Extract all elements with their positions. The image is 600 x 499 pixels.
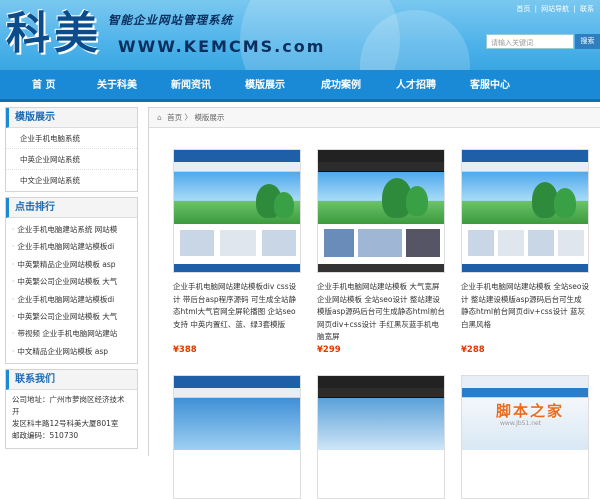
- sidebar-ranking-box: 点击排行 企业手机电脑建站系统 网站模 企业手机电脑网站建站模板di 中英繁精品…: [5, 197, 138, 365]
- product-thumbnail[interactable]: [461, 149, 589, 273]
- ranking-item[interactable]: 企业手机电脑建站系统 网站模: [6, 221, 137, 238]
- logo-url: WWW.KEMCMS.com: [118, 37, 326, 56]
- breadcrumb-separator: 〉: [184, 113, 193, 122]
- ranking-item[interactable]: 企业手机电脑网站建站模板di: [6, 238, 137, 255]
- ranking-list: 企业手机电脑建站系统 网站模 企业手机电脑网站建站模板di 中英繁精品企业网站模…: [6, 218, 137, 363]
- sidebar-item-chinese[interactable]: 中文企业网站系统: [6, 170, 137, 191]
- top-link-home[interactable]: 首页: [516, 5, 530, 13]
- product-card: 企业手机电脑网站建站模板 全站seo设计 整站建设模版asp源码后台可生成静态h…: [461, 149, 589, 355]
- contact-line: 发区科丰路12号科美大厦801室: [12, 419, 119, 429]
- breadcrumb-home[interactable]: 首页: [167, 113, 182, 122]
- header: 科美 智能企业网站管理系统 WWW.KEMCMS.com 首页 | 网站导航 |…: [0, 0, 600, 70]
- nav-item-about[interactable]: 关于科美: [97, 70, 137, 102]
- ranking-item[interactable]: 企业手机电脑网站建站模板di: [6, 291, 137, 308]
- nav-item-jobs[interactable]: 人才招聘: [396, 70, 436, 102]
- sidebar-item-mobile[interactable]: 企业手机电脑系统: [6, 128, 137, 149]
- watermark: 脚本之家: [496, 402, 565, 420]
- nav-item-templates[interactable]: 模版展示: [245, 70, 285, 102]
- sidebar-templates-box: 模版展示 企业手机电脑系统 中英企业网站系统 中文企业网站系统: [5, 107, 138, 192]
- product-card: 企业手机电脑网站建站模板div css设计 带后台asp程序源码 可生成全站静态…: [173, 149, 301, 355]
- logo[interactable]: 科美: [6, 6, 102, 62]
- sidebar-item-bilingual[interactable]: 中英企业网站系统: [6, 149, 137, 170]
- breadcrumb: ⌂ 首页 〉 模版展示: [149, 108, 600, 128]
- product-thumbnail[interactable]: [317, 149, 445, 273]
- top-links: 首页 | 网站导航 | 联系: [514, 4, 594, 14]
- watermark-url: www.Jb51.net: [500, 420, 542, 427]
- product-card: [173, 375, 301, 499]
- ranking-item[interactable]: 中文精品企业网站模板 asp: [6, 343, 137, 360]
- ranking-item[interactable]: 带视频 企业手机电脑网站建站: [6, 325, 137, 342]
- nav-item-cases[interactable]: 成功案例: [321, 70, 361, 102]
- nav-item-news[interactable]: 新闻资讯: [171, 70, 211, 102]
- sidebar: 模版展示 企业手机电脑系统 中英企业网站系统 中文企业网站系统 点击排行 企业手…: [5, 107, 138, 454]
- ranking-item[interactable]: 中英繁公司企业网站模板 大气: [6, 308, 137, 325]
- breadcrumb-current: 模版展示: [194, 113, 225, 122]
- product-price: ¥288: [461, 345, 485, 355]
- product-title[interactable]: 企业手机电脑网站建站模板 全站seo设计 整站建设模版asp源码后台可生成静态h…: [461, 281, 589, 343]
- nav-item-home[interactable]: 首 页: [32, 70, 55, 102]
- product-title[interactable]: 企业手机电脑网站建站模板div css设计 带后台asp程序源码 可生成全站静态…: [173, 281, 301, 343]
- top-link-contact[interactable]: 联系: [580, 5, 594, 13]
- sidebar-ranking-title: 点击排行: [6, 198, 137, 218]
- product-thumbnail[interactable]: [173, 375, 301, 499]
- top-link-sitemap[interactable]: 网站导航: [541, 5, 569, 13]
- nav-item-service[interactable]: 客服中心: [470, 70, 510, 102]
- product-title[interactable]: 企业手机电脑网站建站模板 大气宽屏企业网站模板 全站seo设计 整站建设模版as…: [317, 281, 445, 343]
- product-price: ¥299: [317, 345, 341, 355]
- search-button[interactable]: 搜索: [575, 34, 600, 49]
- product-thumbnail[interactable]: [317, 375, 445, 499]
- ranking-item[interactable]: 中英繁精品企业网站模板 asp: [6, 256, 137, 273]
- product-thumbnail[interactable]: [173, 149, 301, 273]
- sidebar-contact-box: 联系我们 公司地址：广州市萝岗区经济技术开 发区科丰路12号科美大厦801室 邮…: [5, 369, 138, 450]
- search-input[interactable]: 请输入关键词: [486, 34, 574, 49]
- sidebar-contact-title: 联系我们: [6, 370, 137, 391]
- product-card: [317, 375, 445, 499]
- home-icon: ⌂: [157, 113, 162, 122]
- sidebar-templates-title: 模版展示: [6, 108, 137, 128]
- contact-line: 公司地址：广州市萝岗区经济技术开: [12, 395, 125, 417]
- product-thumbnail[interactable]: [461, 375, 589, 499]
- top-link-sep: |: [573, 5, 576, 13]
- main-nav: 首 页 关于科美 新闻资讯 模版展示 成功案例 人才招聘 客服中心: [0, 70, 600, 102]
- ranking-item[interactable]: 中英繁公司企业网站模板 大气: [6, 273, 137, 290]
- contact-info: 公司地址：广州市萝岗区经济技术开 发区科丰路12号科美大厦801室 邮政编码：5…: [6, 390, 137, 446]
- top-link-sep: |: [534, 5, 537, 13]
- product-card: 企业手机电脑网站建站模板 大气宽屏企业网站模板 全站seo设计 整站建设模版as…: [317, 149, 445, 355]
- product-card: [461, 375, 589, 499]
- contact-line: 邮政编码：510730: [12, 431, 79, 441]
- logo-subtitle: 智能企业网站管理系统: [108, 13, 233, 27]
- product-price: ¥388: [173, 345, 197, 355]
